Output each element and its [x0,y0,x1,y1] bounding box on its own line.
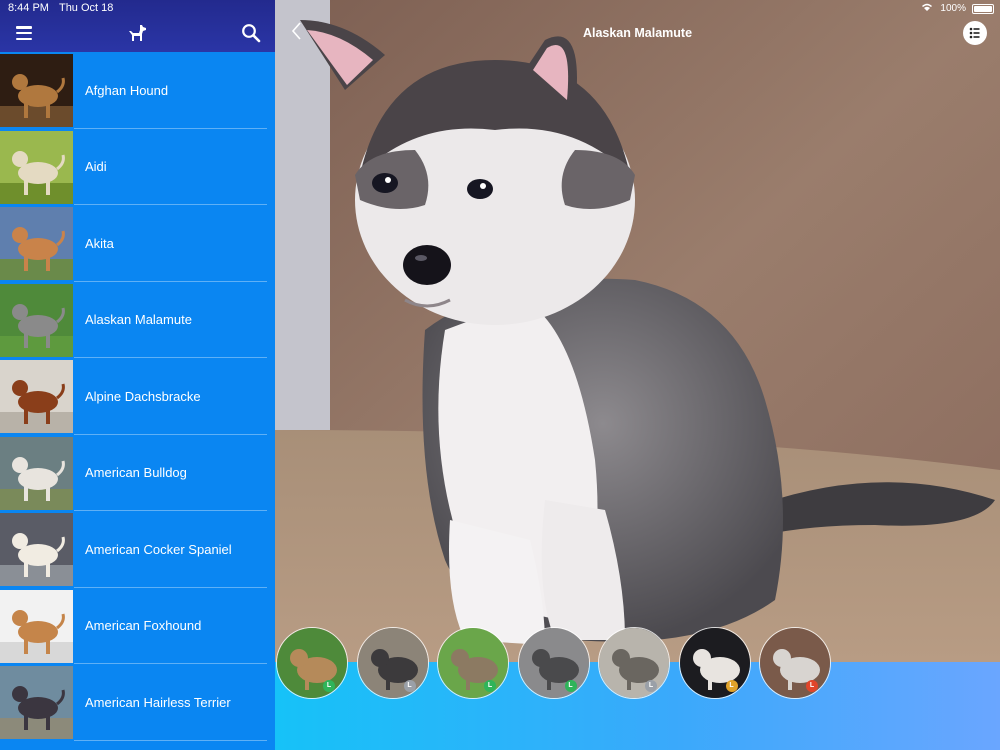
breed-name: Aidi [85,159,107,175]
sidebar-header: 8:44 PM Thu Oct 18 [0,0,275,52]
gallery-thumbnail[interactable]: L [437,627,509,699]
gallery-photo [518,628,589,698]
breed-list-item[interactable]: American Bulldog [0,435,275,512]
breed-thumbnail [0,666,73,740]
gallery-badge: L [645,680,657,692]
breed-detail: 100% Alaskan Malamute L L L L L L L [275,0,1000,750]
gallery-thumbnail[interactable]: L [678,627,751,699]
list-view-button[interactable] [963,21,987,45]
breed-list-item[interactable]: Akita [0,205,275,282]
gallery-badge: L [323,680,335,692]
gallery-photo [760,628,830,698]
gallery-thumbnail[interactable]: L [598,627,670,699]
breed-hero-photo [275,0,1000,665]
breed-name: American Foxhound [85,618,202,634]
breed-list-item[interactable]: American Foxhound [0,588,275,665]
gallery-photo [277,628,347,698]
breed-name: Alpine Dachsbracke [85,388,201,404]
breed-name: American Bulldog [85,465,187,481]
breed-thumbnail [0,54,73,128]
breed-list-item[interactable]: Aidi [0,129,275,206]
gallery-badge: L [564,680,577,692]
status-time: 8:44 PM [8,2,49,14]
breed-sidebar: 8:44 PM Thu Oct 18 Afghan Hound Aidi Aki… [0,0,275,750]
search-icon[interactable] [241,23,261,43]
gallery-badge: L [806,680,818,692]
gallery-thumbnail[interactable]: L [517,627,590,699]
status-bar-right: 100% [920,2,994,15]
battery-icon [972,3,994,14]
breed-list-item[interactable]: American Cocker Spaniel [0,511,275,588]
breed-thumbnail [0,130,73,204]
breed-list-item[interactable]: American Hairless Terrier [0,664,275,741]
breed-list-item[interactable]: Alaskan Malamute [0,282,275,359]
dog-logo-icon [129,25,146,41]
list-icon [969,27,980,39]
breed-thumbnail [0,360,73,434]
detail-title: Alaskan Malamute [582,26,693,40]
breed-thumbnail [0,283,73,357]
breed-name: Alaskan Malamute [85,312,192,328]
breed-thumbnail [0,436,73,510]
breed-name: American Hairless Terrier [85,694,231,710]
status-bar-left: 8:44 PM Thu Oct 18 [8,2,113,14]
photo-gallery: L L L L L L L [275,627,1000,699]
breed-name: Akita [85,235,114,251]
breed-list-item[interactable]: Afghan Hound [0,52,275,129]
gallery-thumbnail[interactable]: L [356,627,429,699]
breed-thumbnail [0,513,73,587]
gallery-photo [599,628,669,698]
battery-percent: 100% [940,3,966,14]
gallery-badge: L [403,680,416,692]
breed-thumbnail [0,207,73,281]
gallery-thumbnail[interactable]: L [759,627,831,699]
breed-list: Afghan Hound Aidi Akita Alaskan Malamute… [0,52,275,741]
gallery-badge: L [484,680,496,692]
gallery-photo [438,628,508,698]
gallery-badge: L [725,680,738,692]
breed-name: Afghan Hound [85,82,169,98]
breed-name: American Cocker Spaniel [85,541,232,557]
gallery-thumbnail[interactable]: L [276,627,348,699]
gallery-photo [357,628,428,698]
wifi-icon [920,2,934,15]
gallery-photo [679,628,750,698]
breed-list-item[interactable]: Alpine Dachsbracke [0,358,275,435]
status-date: Thu Oct 18 [58,2,114,14]
hamburger-menu-icon[interactable] [16,26,32,41]
breed-thumbnail [0,589,73,663]
